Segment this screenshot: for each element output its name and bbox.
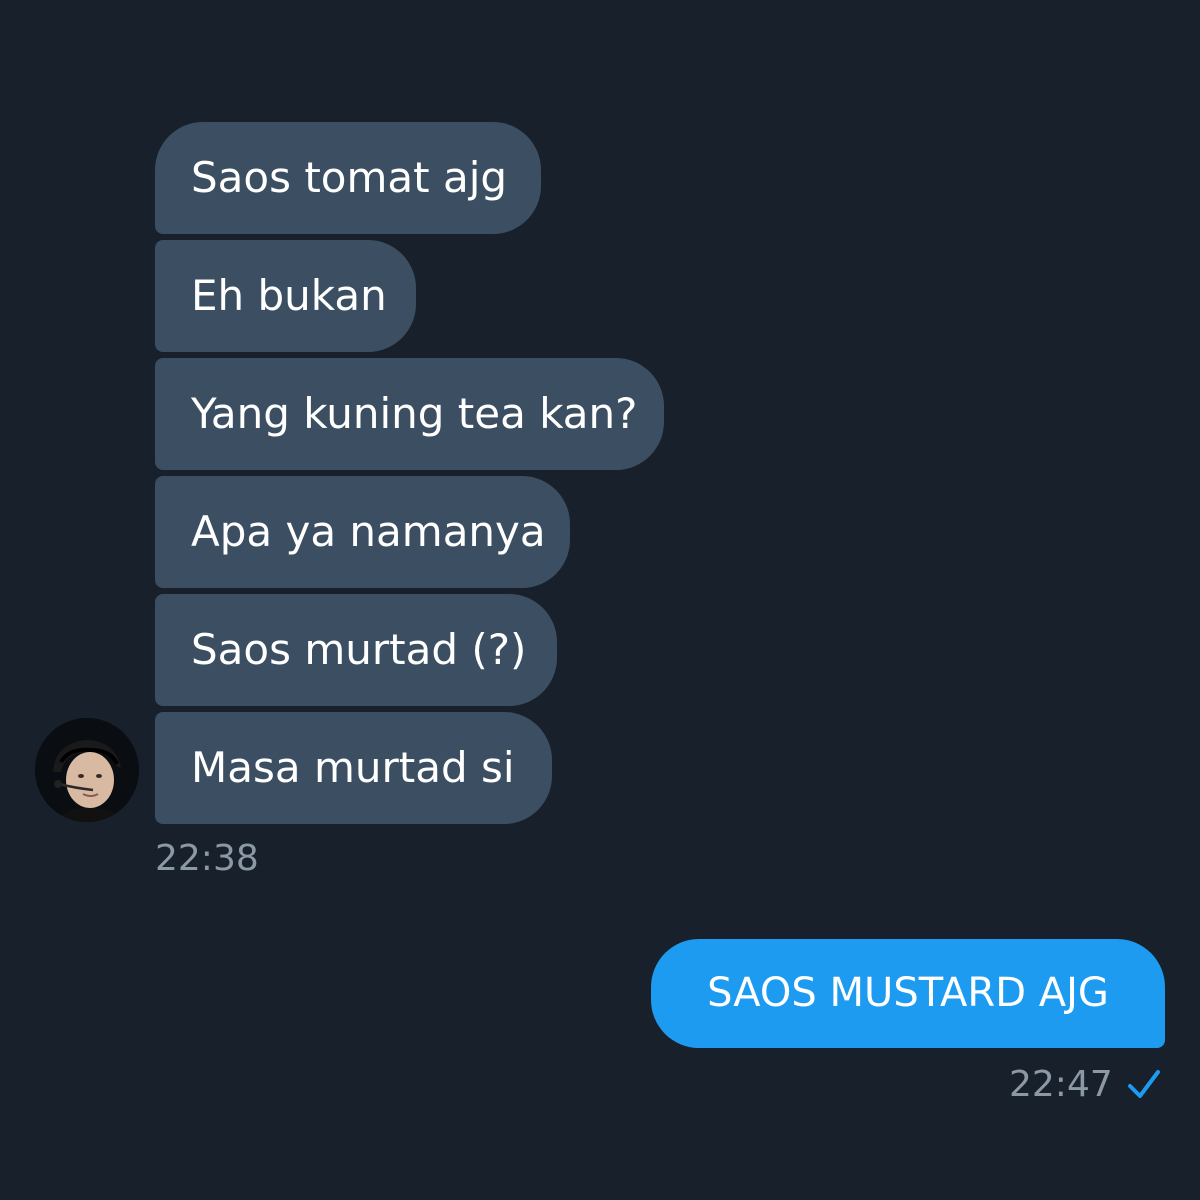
dm-conversation: Saos tomat ajg Eh bukan Yang kuning tea … (0, 0, 1200, 1200)
checkmark-icon (1126, 1064, 1162, 1104)
outgoing-message-bubble[interactable]: SAOS MUSTARD AJG (651, 939, 1165, 1048)
avatar-photo-icon (35, 718, 139, 822)
incoming-message-bubble[interactable]: Saos murtad (?) (155, 594, 557, 706)
incoming-message-bubble[interactable]: Apa ya namanya (155, 476, 570, 588)
sender-avatar[interactable] (35, 718, 139, 822)
incoming-message-bubble[interactable]: Eh bukan (155, 240, 416, 352)
incoming-message-bubble[interactable]: Saos tomat ajg (155, 122, 541, 234)
outgoing-timestamp: 22:47 (1009, 1064, 1113, 1105)
incoming-timestamp: 22:38 (155, 838, 259, 879)
incoming-message-bubble[interactable]: Yang kuning tea kan? (155, 358, 664, 470)
incoming-message-bubble[interactable]: Masa murtad si (155, 712, 552, 824)
